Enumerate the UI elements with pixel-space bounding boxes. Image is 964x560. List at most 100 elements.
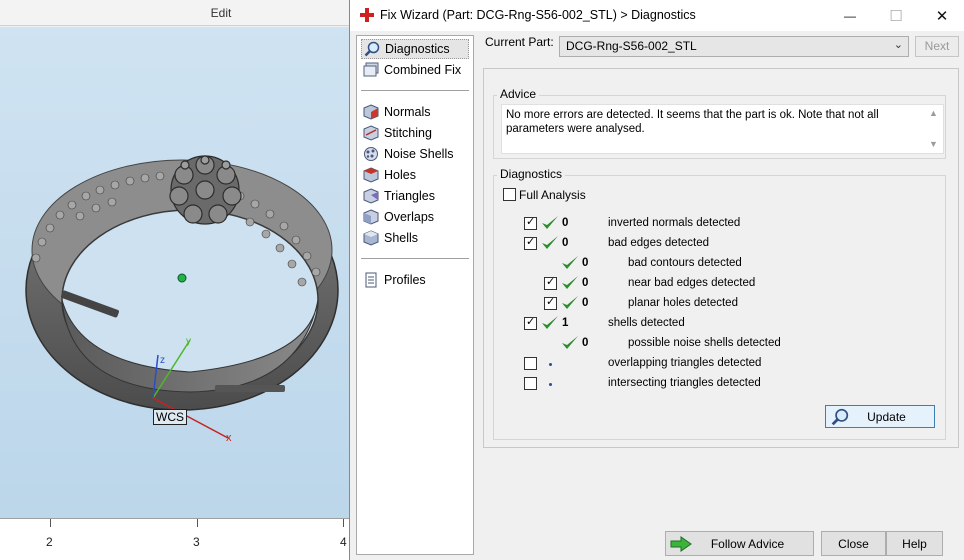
combined-fix-icon [363, 62, 379, 77]
diagnostic-checkbox[interactable]: ✓ [544, 296, 557, 310]
magnifier-icon [364, 41, 380, 57]
wizard-nav: Diagnostics Combined Fix Normals Stitchi… [356, 35, 474, 555]
checkmark-icon: ✓ [526, 316, 536, 328]
checkmark-icon: ✓ [526, 236, 536, 248]
green-check-icon [542, 236, 558, 249]
diagnostic-label: intersecting triangles detected [608, 377, 761, 389]
scroll-up-icon[interactable]: ▲ [929, 108, 938, 118]
nav-item-combined-fix[interactable]: Combined Fix [361, 60, 469, 80]
shells-cube-icon [363, 230, 379, 246]
pending-dot-icon [549, 383, 552, 386]
nav-separator [361, 90, 469, 91]
scroll-down-icon[interactable]: ▼ [929, 139, 938, 149]
title-bar[interactable]: Fix Wizard (Part: DCG-Rng-S56-002_STL) >… [350, 0, 964, 31]
close-icon: ✕ [935, 7, 949, 25]
ribbon: Edit [0, 0, 350, 26]
help-button[interactable]: Help [886, 531, 943, 556]
advice-text: No more errors are detected. It seems th… [506, 109, 879, 135]
minimize-button[interactable]: — [827, 0, 873, 31]
ruler-tick [343, 519, 344, 527]
advice-textbox[interactable]: No more errors are detected. It seems th… [501, 104, 944, 154]
advice-group-title: Advice [497, 87, 540, 101]
nav-item-triangles[interactable]: Triangles [361, 186, 469, 206]
nav-separator [361, 258, 469, 259]
current-part-label: Current Part: [485, 35, 554, 49]
green-check-icon [562, 336, 578, 349]
x-axis-label: x [226, 432, 232, 444]
pending-dot-icon [549, 363, 552, 366]
nav-item-shells[interactable]: Shells [361, 228, 469, 248]
close-button[interactable]: Close [821, 531, 886, 556]
diagnostic-count: 1 [562, 317, 569, 329]
close-window-button[interactable]: ✕ [919, 0, 964, 31]
nav-item-diagnostics[interactable]: Diagnostics [361, 39, 469, 59]
ruler: 2 3 4 [0, 518, 350, 560]
ruler-label: 4 [340, 535, 347, 549]
3d-viewport[interactable]: x y z WCS [0, 27, 350, 518]
nav-item-normals[interactable]: Normals [361, 102, 469, 122]
diagnostic-checkbox[interactable] [524, 377, 537, 390]
nav-item-label: Holes [384, 168, 416, 182]
y-axis-label: y [186, 336, 191, 347]
follow-advice-button[interactable]: Follow Advice [665, 531, 814, 556]
nav-item-label: Combined Fix [384, 63, 462, 77]
green-check-icon [542, 316, 558, 329]
diagnostic-count: 0 [562, 237, 569, 249]
magnifier-icon [831, 408, 849, 425]
nav-item-label: Noise Shells [384, 147, 454, 161]
nav-item-profiles[interactable]: Profiles [361, 270, 469, 290]
green-check-icon [562, 276, 578, 289]
ribbon-group-edit-label: Edit [210, 6, 232, 20]
diagnostic-checkbox[interactable] [524, 357, 537, 370]
diagnostic-label: near bad edges detected [628, 277, 756, 289]
next-button[interactable]: Next [915, 36, 959, 57]
diagnostic-label: planar holes detected [628, 297, 738, 309]
nav-item-label: Overlaps [384, 210, 435, 224]
minimize-icon: — [844, 8, 856, 23]
diagnostic-label: bad contours detected [628, 257, 742, 269]
diagnostic-checkbox[interactable]: ✓ [524, 216, 537, 230]
diagnostic-count: 0 [582, 257, 589, 269]
nav-item-stitching[interactable]: Stitching [361, 123, 469, 143]
green-check-icon [562, 256, 578, 269]
nav-item-label: Stitching [384, 126, 432, 140]
ruler-label: 2 [46, 535, 53, 549]
full-analysis-label: Full Analysis [519, 188, 586, 202]
dialog-title: Fix Wizard (Part: DCG-Rng-S56-002_STL) >… [380, 8, 696, 22]
profiles-document-icon [365, 272, 377, 288]
advice-scrollbar[interactable]: ▲ ▼ [926, 105, 943, 153]
nav-item-holes[interactable]: Holes [361, 165, 469, 185]
nav-item-label: Profiles [384, 273, 426, 287]
ring-model[interactable] [0, 27, 350, 518]
diagnostic-label: bad edges detected [608, 237, 710, 249]
update-button[interactable]: Update [825, 405, 935, 428]
nav-item-noise-shells[interactable]: Noise Shells [361, 144, 469, 164]
maximize-icon: ☐ [889, 7, 903, 25]
diagnostic-count: 0 [582, 337, 589, 349]
holes-cube-icon [363, 167, 379, 183]
diagnostics-group-title: Diagnostics [497, 167, 566, 181]
diagnostic-label: inverted normals detected [608, 217, 741, 229]
nav-item-label: Diagnostics [385, 42, 450, 56]
nav-item-overlaps[interactable]: Overlaps [361, 207, 469, 227]
ruler-tick [197, 519, 198, 527]
maximize-button[interactable]: ☐ [873, 0, 919, 31]
current-part-dropdown[interactable]: DCG-Rng-S56-002_STL ⌄ [559, 36, 909, 57]
full-analysis-checkbox[interactable] [503, 188, 516, 201]
diagnostic-checkbox[interactable]: ✓ [544, 276, 557, 290]
update-button-label: Update [867, 409, 906, 424]
background-application: Edit x y z WCS 2 3 4 [0, 0, 350, 560]
chevron-down-icon: ⌄ [893, 39, 903, 51]
nav-item-label: Triangles [384, 189, 435, 203]
diagnostic-count: 0 [582, 297, 589, 309]
nav-item-label: Normals [384, 105, 431, 119]
wcs-label: WCS [153, 409, 187, 425]
diagnostic-checkbox[interactable]: ✓ [524, 236, 537, 250]
green-check-icon [562, 296, 578, 309]
red-cross-icon [360, 8, 374, 22]
diagnostic-label: shells detected [608, 317, 685, 329]
diagnostic-checkbox[interactable]: ✓ [524, 316, 537, 330]
triangles-cube-icon [363, 188, 379, 204]
diagnostic-label: overlapping triangles detected [608, 357, 762, 369]
z-axis-label: z [160, 355, 165, 366]
